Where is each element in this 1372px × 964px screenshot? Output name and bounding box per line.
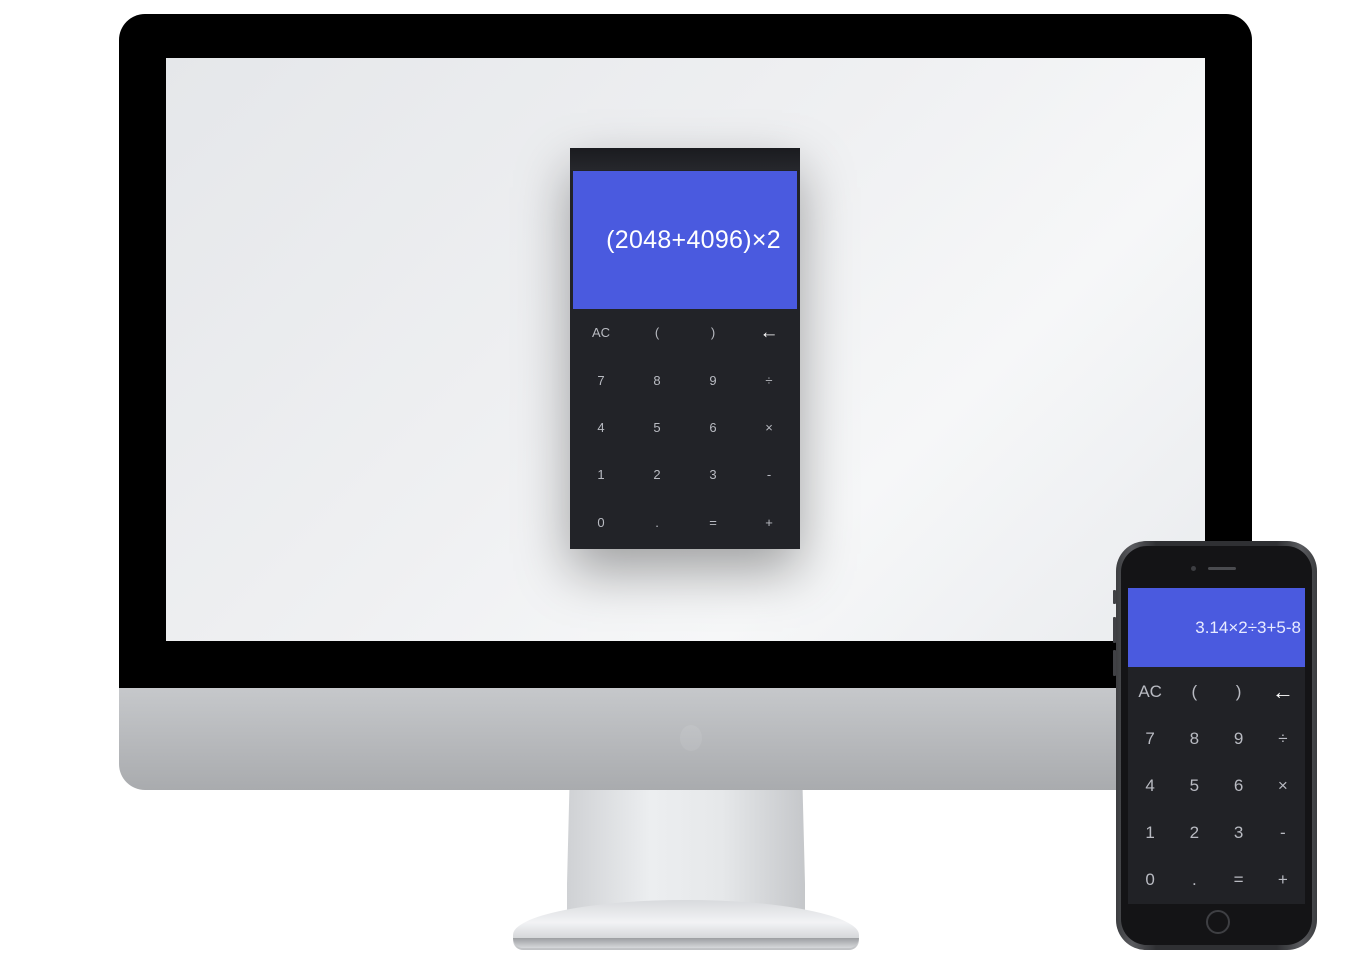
mobile-key-8[interactable]: 8 — [1172, 715, 1216, 762]
window-titlebar[interactable] — [570, 148, 800, 170]
front-camera-icon — [1191, 566, 1196, 571]
mobile-key-7[interactable]: 7 — [1128, 715, 1172, 762]
key-all-clear[interactable]: AC — [573, 309, 629, 356]
home-button[interactable] — [1206, 910, 1230, 934]
mobile-key-1[interactable]: 1 — [1128, 810, 1172, 857]
backspace-icon[interactable]: ← — [741, 309, 797, 356]
mobile-calculator-keypad: AC ( ) ← 7 8 9 ÷ 4 5 6 × 1 2 3 - 0 . = + — [1128, 668, 1305, 904]
imac-stand-foot-edge — [513, 938, 859, 948]
key-2[interactable]: 2 — [629, 451, 685, 498]
device-mockup-scene: (2048+4096)×2 AC ( ) ← 7 8 9 ÷ 4 5 6 × 1… — [0, 0, 1372, 964]
mobile-key-divide[interactable]: ÷ — [1261, 715, 1305, 762]
key-multiply[interactable]: × — [741, 404, 797, 451]
key-8[interactable]: 8 — [629, 356, 685, 403]
calculator-keypad: AC ( ) ← 7 8 9 ÷ 4 5 6 × 1 2 3 - 0 . = + — [573, 309, 797, 547]
desktop-calculator-window: (2048+4096)×2 AC ( ) ← 7 8 9 ÷ 4 5 6 × 1… — [570, 148, 800, 549]
display-expression: (2048+4096)×2 — [606, 225, 781, 254]
mobile-calculator-display: 3.14×2÷3+5-8 — [1128, 588, 1305, 667]
imac-screen: (2048+4096)×2 AC ( ) ← 7 8 9 ÷ 4 5 6 × 1… — [166, 58, 1205, 641]
mobile-key-2[interactable]: 2 — [1172, 810, 1216, 857]
calculator-display: (2048+4096)×2 — [573, 171, 797, 309]
key-9[interactable]: 9 — [685, 356, 741, 403]
key-1[interactable]: 1 — [573, 451, 629, 498]
earpiece-speaker — [1208, 567, 1236, 570]
key-4[interactable]: 4 — [573, 404, 629, 451]
key-subtract[interactable]: - — [741, 451, 797, 498]
mobile-key-9[interactable]: 9 — [1217, 715, 1261, 762]
mobile-key-decimal[interactable]: . — [1172, 857, 1216, 904]
key-add[interactable]: + — [741, 499, 797, 546]
key-5[interactable]: 5 — [629, 404, 685, 451]
key-0[interactable]: 0 — [573, 499, 629, 546]
key-open-paren[interactable]: ( — [629, 309, 685, 356]
mobile-key-4[interactable]: 4 — [1128, 762, 1172, 809]
mobile-key-3[interactable]: 3 — [1217, 810, 1261, 857]
apple-logo-icon — [680, 725, 702, 751]
mobile-key-all-clear[interactable]: AC — [1128, 668, 1172, 715]
iphone-face: 3.14×2÷3+5-8 AC ( ) ← 7 8 9 ÷ 4 5 6 × 1 … — [1121, 546, 1312, 945]
mobile-key-0[interactable]: 0 — [1128, 857, 1172, 904]
key-divide[interactable]: ÷ — [741, 356, 797, 403]
mobile-key-subtract[interactable]: - — [1261, 810, 1305, 857]
key-6[interactable]: 6 — [685, 404, 741, 451]
key-7[interactable]: 7 — [573, 356, 629, 403]
key-equals[interactable]: = — [685, 499, 741, 546]
mobile-key-add[interactable]: + — [1261, 857, 1305, 904]
mobile-backspace-icon[interactable]: ← — [1261, 668, 1305, 715]
key-decimal[interactable]: . — [629, 499, 685, 546]
mobile-key-equals[interactable]: = — [1217, 857, 1261, 904]
key-close-paren[interactable]: ) — [685, 309, 741, 356]
mobile-key-close-paren[interactable]: ) — [1217, 668, 1261, 715]
mobile-display-expression: 3.14×2÷3+5-8 — [1195, 617, 1301, 637]
key-3[interactable]: 3 — [685, 451, 741, 498]
mobile-key-5[interactable]: 5 — [1172, 762, 1216, 809]
mobile-key-open-paren[interactable]: ( — [1172, 668, 1216, 715]
mobile-key-6[interactable]: 6 — [1217, 762, 1261, 809]
mobile-key-multiply[interactable]: × — [1261, 762, 1305, 809]
mobile-calculator-screen: 3.14×2÷3+5-8 AC ( ) ← 7 8 9 ÷ 4 5 6 × 1 … — [1128, 588, 1305, 904]
iphone-device: 3.14×2÷3+5-8 AC ( ) ← 7 8 9 ÷ 4 5 6 × 1 … — [1116, 541, 1317, 950]
